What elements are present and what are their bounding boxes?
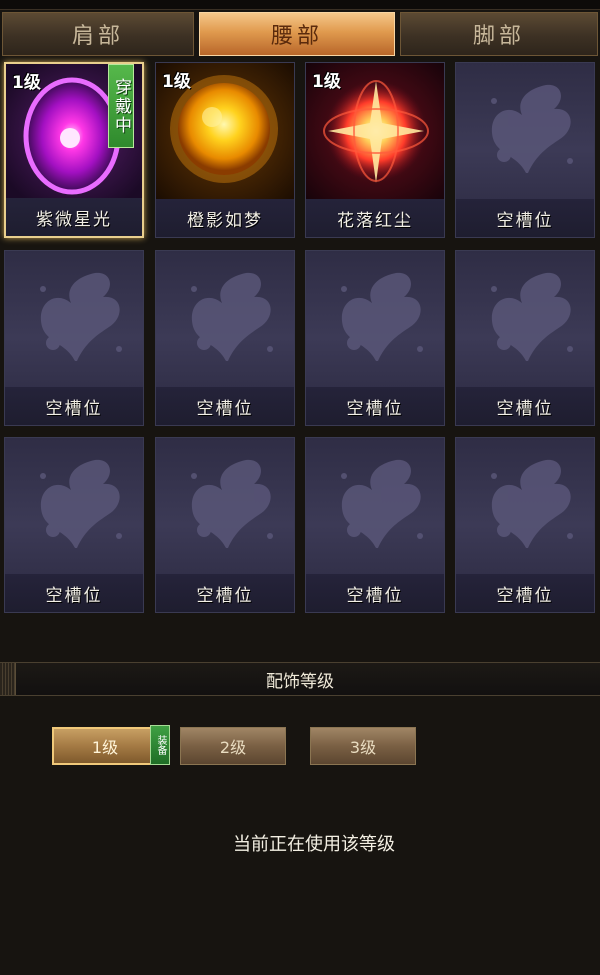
level-3-label: 3级 [349, 738, 377, 757]
slot-name: 空槽位 [5, 574, 143, 612]
slot-level-label: 1级 [162, 72, 191, 92]
slot-name: 空槽位 [306, 387, 444, 425]
butterfly-icon [456, 438, 594, 576]
accessory-slot-2[interactable]: 1级 橙影如梦 [155, 62, 295, 238]
butterfly-icon [156, 251, 294, 389]
level-1-button[interactable]: 1级 装备 [52, 725, 170, 765]
body-part-tabs: 肩部 腰部 脚部 [0, 12, 600, 58]
accessory-slot-6[interactable]: 空槽位 [155, 250, 295, 426]
butterfly-icon [5, 438, 143, 576]
slot-name: 空槽位 [5, 387, 143, 425]
wearing-tag: 穿戴中 [108, 64, 134, 148]
slot-level-label: 1级 [12, 73, 41, 93]
accessory-slot-4[interactable]: 空槽位 [455, 62, 595, 238]
wearing-tag-text: 穿戴中 [111, 77, 131, 135]
level-2-button[interactable]: 2级 [180, 727, 286, 765]
slot-name: 空槽位 [306, 574, 444, 612]
tab-waist[interactable]: 腰部 [199, 12, 395, 56]
level-1-label: 1级 [91, 738, 119, 757]
accessory-slot-3[interactable]: 1级 花落红尘 [305, 62, 445, 238]
level-status-text: 当前正在使用该等级 [233, 834, 395, 855]
tab-shoulder[interactable]: 肩部 [2, 12, 194, 56]
accessory-slot-7[interactable]: 空槽位 [305, 250, 445, 426]
accessory-level-title: 配饰等级 [266, 671, 334, 692]
accessory-level-header: 配饰等级 [0, 662, 600, 696]
equipped-badge: 装备 [150, 725, 170, 765]
butterfly-icon [456, 63, 594, 201]
slot-name: 空槽位 [456, 199, 594, 237]
slot-name: 紫微星光 [6, 198, 142, 236]
accessory-slot-5[interactable]: 空槽位 [4, 250, 144, 426]
butterfly-icon [5, 251, 143, 389]
slot-name: 空槽位 [456, 387, 594, 425]
accessory-slot-9[interactable]: 空槽位 [4, 437, 144, 613]
window-top-frame [0, 0, 600, 10]
level-3-button[interactable]: 3级 [310, 727, 416, 765]
slot-name: 空槽位 [156, 387, 294, 425]
accessory-slot-11[interactable]: 空槽位 [305, 437, 445, 613]
butterfly-icon [306, 438, 444, 576]
equipped-badge-text: 装备 [155, 735, 166, 755]
accessory-slot-10[interactable]: 空槽位 [155, 437, 295, 613]
accessory-slot-12[interactable]: 空槽位 [455, 437, 595, 613]
butterfly-icon [306, 251, 444, 389]
slot-name: 空槽位 [456, 574, 594, 612]
slot-name: 花落红尘 [306, 199, 444, 237]
level-2-label: 2级 [219, 738, 247, 757]
butterfly-icon [456, 251, 594, 389]
accessory-slot-1[interactable]: 1级 穿戴中 紫微星光 [4, 62, 144, 238]
tab-foot[interactable]: 脚部 [400, 12, 598, 56]
slot-name: 橙影如梦 [156, 199, 294, 237]
accessory-slot-8[interactable]: 空槽位 [455, 250, 595, 426]
slot-level-label: 1级 [312, 72, 341, 92]
butterfly-icon [156, 438, 294, 576]
slot-name: 空槽位 [156, 574, 294, 612]
